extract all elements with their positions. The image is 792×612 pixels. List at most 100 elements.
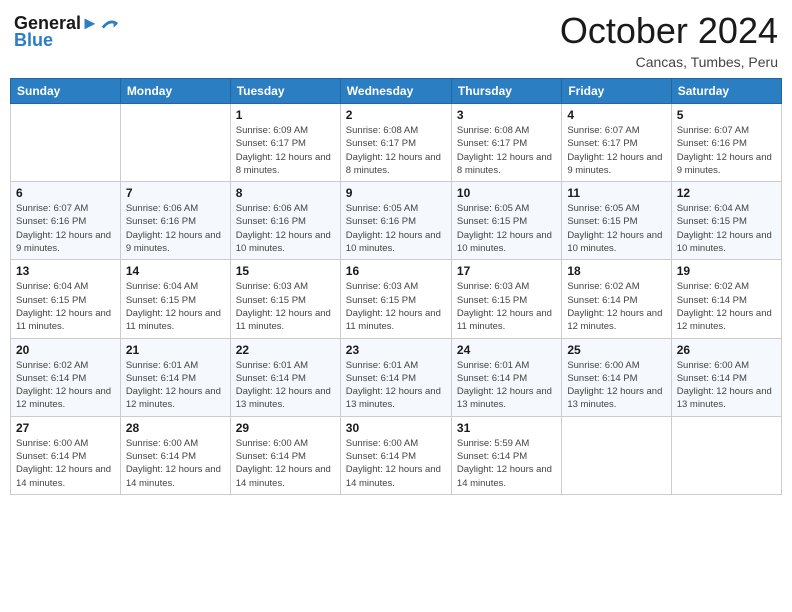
day-info: Sunrise: 6:04 AMSunset: 6:15 PMDaylight:… — [126, 280, 225, 333]
calendar-cell: 22Sunrise: 6:01 AMSunset: 6:14 PMDayligh… — [230, 338, 340, 416]
calendar-cell: 11 Sunrise: 6:05 AMSunset: 6:15 PMDayligh… — [562, 182, 671, 260]
col-saturday: Saturday — [671, 79, 781, 104]
calendar-cell: 14 Sunrise: 6:04 AMSunset: 6:15 PMDayligh… — [120, 260, 230, 338]
day-number: 25 — [567, 343, 665, 357]
day-number: 27 — [16, 421, 115, 435]
day-number: 8 — [236, 186, 335, 200]
day-info: Sunrise: 6:01 AMSunset: 6:14 PMDaylight:… — [126, 359, 225, 412]
calendar-cell: 25 Sunrise: 6:00 AMSunset: 6:14 PMDayligh… — [562, 338, 671, 416]
day-info: Sunrise: 6:05 AMSunset: 6:15 PMDaylight:… — [457, 202, 556, 255]
calendar-cell: 23Sunrise: 6:01 AMSunset: 6:14 PMDayligh… — [340, 338, 451, 416]
calendar-cell — [671, 416, 781, 494]
day-info: Sunrise: 6:05 AMSunset: 6:15 PMDaylight:… — [567, 202, 665, 255]
day-info: Sunrise: 6:06 AMSunset: 6:16 PMDaylight:… — [236, 202, 335, 255]
day-number: 30 — [346, 421, 446, 435]
month-title: October 2024 — [560, 10, 778, 52]
logo: General► Blue — [14, 14, 119, 51]
col-tuesday: Tuesday — [230, 79, 340, 104]
calendar-week-5: 27 Sunrise: 6:00 AMSunset: 6:14 PMDayligh… — [11, 416, 782, 494]
calendar-cell: 20 Sunrise: 6:02 AMSunset: 6:14 PMDayligh… — [11, 338, 121, 416]
day-number: 24 — [457, 343, 556, 357]
col-monday: Monday — [120, 79, 230, 104]
calendar-cell: 3Sunrise: 6:08 AMSunset: 6:17 PMDaylight… — [451, 104, 561, 182]
logo-icon — [101, 15, 119, 33]
day-info: Sunrise: 6:08 AMSunset: 6:17 PMDaylight:… — [346, 124, 446, 177]
day-number: 13 — [16, 264, 115, 278]
col-thursday: Thursday — [451, 79, 561, 104]
col-friday: Friday — [562, 79, 671, 104]
day-info: Sunrise: 6:00 AMSunset: 6:14 PMDaylight:… — [346, 437, 446, 490]
day-info: Sunrise: 6:02 AMSunset: 6:14 PMDaylight:… — [567, 280, 665, 333]
calendar-week-2: 6Sunrise: 6:07 AMSunset: 6:16 PMDaylight… — [11, 182, 782, 260]
calendar-cell: 5Sunrise: 6:07 AMSunset: 6:16 PMDaylight… — [671, 104, 781, 182]
calendar-cell: 26 Sunrise: 6:00 AMSunset: 6:14 PMDayligh… — [671, 338, 781, 416]
day-info: Sunrise: 6:01 AMSunset: 6:14 PMDaylight:… — [457, 359, 556, 412]
day-info: Sunrise: 6:08 AMSunset: 6:17 PMDaylight:… — [457, 124, 556, 177]
calendar-cell: 17 Sunrise: 6:03 AMSunset: 6:15 PMDayligh… — [451, 260, 561, 338]
day-info: Sunrise: 6:06 AMSunset: 6:16 PMDaylight:… — [126, 202, 225, 255]
day-number: 21 — [126, 343, 225, 357]
calendar-cell: 15Sunrise: 6:03 AMSunset: 6:15 PMDayligh… — [230, 260, 340, 338]
day-number: 20 — [16, 343, 115, 357]
calendar-cell — [562, 416, 671, 494]
day-info: Sunrise: 6:03 AMSunset: 6:15 PMDaylight:… — [346, 280, 446, 333]
day-number: 31 — [457, 421, 556, 435]
calendar-cell: 13 Sunrise: 6:04 AMSunset: 6:15 PMDayligh… — [11, 260, 121, 338]
calendar-cell: 4Sunrise: 6:07 AMSunset: 6:17 PMDaylight… — [562, 104, 671, 182]
col-sunday: Sunday — [11, 79, 121, 104]
day-number: 16 — [346, 264, 446, 278]
day-number: 14 — [126, 264, 225, 278]
day-number: 6 — [16, 186, 115, 200]
day-number: 7 — [126, 186, 225, 200]
day-number: 12 — [677, 186, 776, 200]
day-info: Sunrise: 6:00 AMSunset: 6:14 PMDaylight:… — [16, 437, 115, 490]
day-number: 9 — [346, 186, 446, 200]
day-number: 1 — [236, 108, 335, 122]
calendar-week-3: 13 Sunrise: 6:04 AMSunset: 6:15 PMDayligh… — [11, 260, 782, 338]
day-info: Sunrise: 6:01 AMSunset: 6:14 PMDaylight:… — [236, 359, 335, 412]
calendar-header-row: Sunday Monday Tuesday Wednesday Thursday… — [11, 79, 782, 104]
calendar-cell: 31 Sunrise: 5:59 AMSunset: 6:14 PMDayligh… — [451, 416, 561, 494]
calendar-cell: 1 Sunrise: 6:09 AMSunset: 6:17 PMDaylight… — [230, 104, 340, 182]
day-number: 2 — [346, 108, 446, 122]
calendar-cell: 19 Sunrise: 6:02 AMSunset: 6:14 PMDayligh… — [671, 260, 781, 338]
day-info: Sunrise: 6:03 AMSunset: 6:15 PMDaylight:… — [457, 280, 556, 333]
day-number: 19 — [677, 264, 776, 278]
header: General► Blue October 2024 Cancas, Tumbe… — [10, 10, 782, 70]
calendar-cell: 6Sunrise: 6:07 AMSunset: 6:16 PMDaylight… — [11, 182, 121, 260]
day-number: 15 — [236, 264, 335, 278]
day-info: Sunrise: 6:00 AMSunset: 6:14 PMDaylight:… — [236, 437, 335, 490]
day-info: Sunrise: 6:00 AMSunset: 6:14 PMDaylight:… — [126, 437, 225, 490]
day-number: 18 — [567, 264, 665, 278]
day-info: Sunrise: 6:00 AMSunset: 6:14 PMDaylight:… — [567, 359, 665, 412]
calendar-cell: 29 Sunrise: 6:00 AMSunset: 6:14 PMDayligh… — [230, 416, 340, 494]
day-number: 29 — [236, 421, 335, 435]
calendar-cell — [120, 104, 230, 182]
day-info: Sunrise: 6:02 AMSunset: 6:14 PMDaylight:… — [677, 280, 776, 333]
day-info: Sunrise: 6:04 AMSunset: 6:15 PMDaylight:… — [16, 280, 115, 333]
day-number: 17 — [457, 264, 556, 278]
calendar-cell: 16 Sunrise: 6:03 AMSunset: 6:15 PMDayligh… — [340, 260, 451, 338]
calendar-week-4: 20 Sunrise: 6:02 AMSunset: 6:14 PMDayligh… — [11, 338, 782, 416]
day-number: 23 — [346, 343, 446, 357]
day-number: 10 — [457, 186, 556, 200]
calendar-cell: 12 Sunrise: 6:04 AMSunset: 6:15 PMDayligh… — [671, 182, 781, 260]
day-number: 11 — [567, 186, 665, 200]
day-number: 26 — [677, 343, 776, 357]
day-info: Sunrise: 6:04 AMSunset: 6:15 PMDaylight:… — [677, 202, 776, 255]
calendar-cell: 10 Sunrise: 6:05 AMSunset: 6:15 PMDayligh… — [451, 182, 561, 260]
day-info: Sunrise: 5:59 AMSunset: 6:14 PMDaylight:… — [457, 437, 556, 490]
calendar-cell: 18 Sunrise: 6:02 AMSunset: 6:14 PMDayligh… — [562, 260, 671, 338]
day-number: 4 — [567, 108, 665, 122]
day-info: Sunrise: 6:00 AMSunset: 6:14 PMDaylight:… — [677, 359, 776, 412]
calendar-cell: 9Sunrise: 6:05 AMSunset: 6:16 PMDaylight… — [340, 182, 451, 260]
calendar-cell — [11, 104, 121, 182]
day-number: 28 — [126, 421, 225, 435]
calendar-cell: 24 Sunrise: 6:01 AMSunset: 6:14 PMDayligh… — [451, 338, 561, 416]
title-block: October 2024 Cancas, Tumbes, Peru — [560, 10, 778, 70]
calendar-cell: 2 Sunrise: 6:08 AMSunset: 6:17 PMDaylight… — [340, 104, 451, 182]
calendar-week-1: 1 Sunrise: 6:09 AMSunset: 6:17 PMDaylight… — [11, 104, 782, 182]
day-info: Sunrise: 6:02 AMSunset: 6:14 PMDaylight:… — [16, 359, 115, 412]
day-info: Sunrise: 6:09 AMSunset: 6:17 PMDaylight:… — [236, 124, 335, 177]
calendar-cell: 28 Sunrise: 6:00 AMSunset: 6:14 PMDayligh… — [120, 416, 230, 494]
